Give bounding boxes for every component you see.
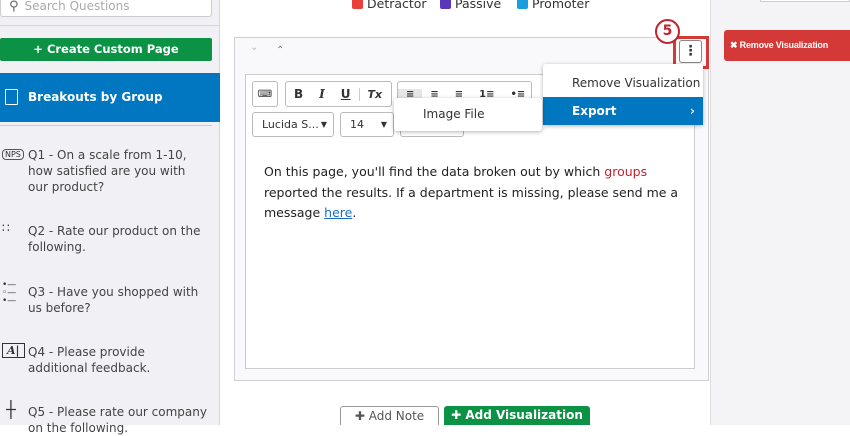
slider-icon: ┼ bbox=[6, 400, 16, 419]
menu-item-remove-visualization[interactable]: Remove Visualization bbox=[543, 69, 703, 97]
remove-visualization-button[interactable]: ✖ Remove Visualization bbox=[724, 30, 850, 61]
right-panel bbox=[710, 0, 850, 425]
add-visualization-button[interactable]: ✚ Add Visualization bbox=[444, 406, 590, 425]
close-icon: ✖ bbox=[730, 40, 738, 50]
sidebar-question-q2[interactable]: Q2 - Rate our product on the following. bbox=[28, 223, 208, 255]
menu-item-image-file[interactable]: Image File bbox=[423, 107, 484, 121]
sidebar-item-breakouts-by-group[interactable]: Breakouts by Group bbox=[0, 73, 220, 122]
page-icon bbox=[5, 89, 18, 105]
legend-swatch bbox=[440, 0, 451, 9]
sidebar-question-q4[interactable]: Q4 - Please provide additional feedback. bbox=[28, 344, 208, 376]
nps-icon: NPS bbox=[2, 149, 24, 160]
caret-down-icon: ▼ bbox=[380, 120, 387, 129]
font-select[interactable]: Lucida S... ▼ bbox=[252, 112, 334, 137]
multiple-choice-icon: •— ◦— •— bbox=[2, 280, 17, 306]
sidebar: ⚲ Search Questions + Create Custom Page B… bbox=[0, 0, 220, 435]
move-up-icon[interactable]: ⌃ bbox=[276, 45, 284, 56]
chevron-right-icon: › bbox=[690, 104, 695, 118]
italic-button[interactable]: I bbox=[311, 87, 333, 101]
search-icon: ⚲ bbox=[9, 0, 19, 14]
clear-format-button[interactable]: Tx bbox=[358, 87, 391, 101]
font-size-select[interactable]: 14 ▼ bbox=[340, 112, 394, 137]
caret-down-icon: ▼ bbox=[320, 120, 327, 129]
options-menu: Remove Visualization Export › bbox=[543, 64, 703, 125]
right-panel-input[interactable] bbox=[760, 0, 850, 2]
export-submenu: Image File bbox=[394, 98, 542, 131]
move-down-icon[interactable]: ⌄ bbox=[250, 42, 258, 53]
legend-detractor: Detractor bbox=[352, 0, 427, 11]
matrix-icon: ∷ bbox=[2, 221, 10, 235]
here-link[interactable]: here bbox=[324, 205, 352, 220]
underline-button[interactable]: U bbox=[333, 87, 359, 101]
format-group: B I U Tx bbox=[285, 81, 392, 107]
create-custom-page-button[interactable]: + Create Custom Page bbox=[0, 38, 212, 61]
legend-promoter: Promoter bbox=[517, 0, 589, 11]
bold-button[interactable]: B bbox=[286, 87, 311, 101]
legend-swatch bbox=[517, 0, 528, 9]
source-button[interactable]: ⌨ bbox=[252, 81, 278, 107]
note-text[interactable]: On this page, you'll find the data broke… bbox=[264, 162, 684, 224]
sidebar-question-q1[interactable]: Q1 - On a scale from 1-10, how satisfied… bbox=[28, 147, 208, 195]
sidebar-question-q5[interactable]: Q5 - Please rate our company on the foll… bbox=[28, 404, 208, 436]
divider bbox=[0, 25, 220, 26]
search-input[interactable]: ⚲ Search Questions bbox=[0, 0, 212, 17]
legend-swatch bbox=[352, 0, 363, 9]
legend-passive: Passive bbox=[440, 0, 501, 11]
divider bbox=[0, 125, 212, 126]
menu-item-export[interactable]: Export › bbox=[543, 97, 703, 125]
add-note-button[interactable]: ✚ Add Note bbox=[340, 406, 439, 425]
sidebar-question-q3[interactable]: Q3 - Have you shopped with us before? bbox=[28, 284, 208, 316]
step-badge: 5 bbox=[655, 19, 680, 44]
text-entry-icon: A| bbox=[2, 343, 25, 358]
